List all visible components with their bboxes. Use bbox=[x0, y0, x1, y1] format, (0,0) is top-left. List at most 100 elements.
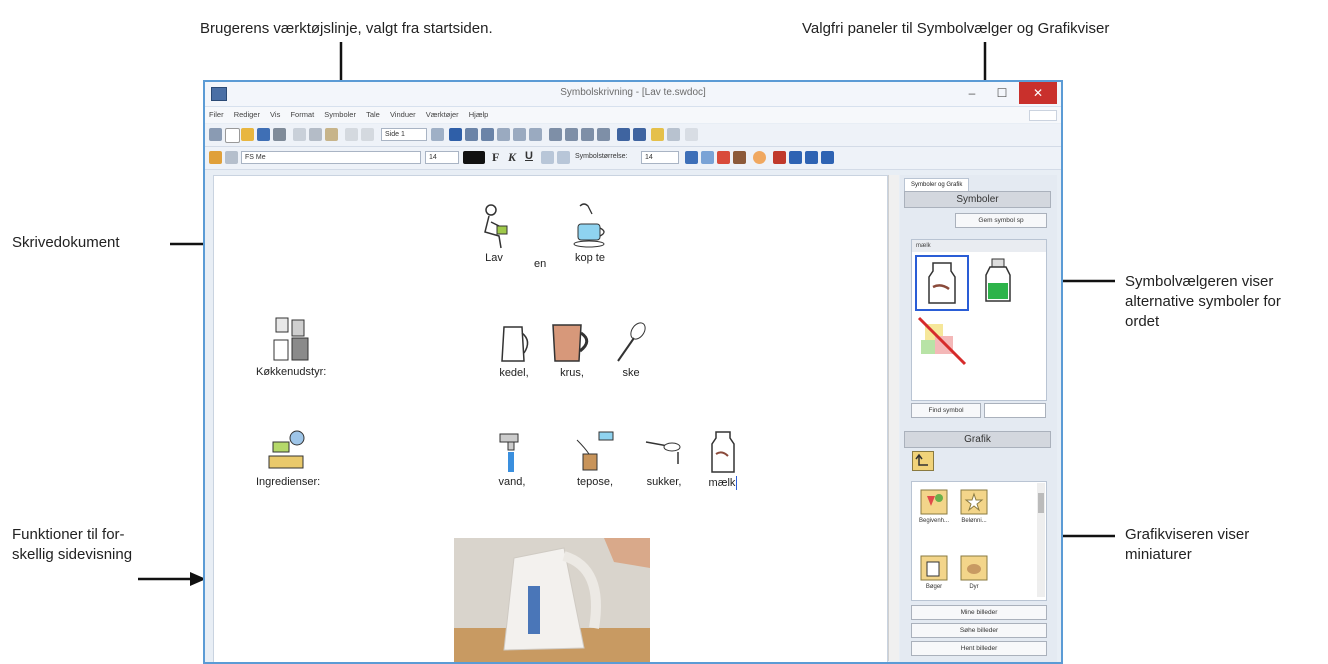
milk-bottle-option-icon bbox=[985, 258, 1011, 302]
writing-document[interactable]: Lav en kop te Køkkenudstyr: kedel, krus,… bbox=[213, 175, 888, 662]
ingredients-label: Ingredienser: bbox=[256, 476, 321, 488]
thumb-books-label: Bøger bbox=[925, 584, 943, 590]
symbol-word-lav[interactable]: Lav bbox=[477, 202, 511, 264]
symbol-kedel[interactable]: kedel, bbox=[494, 321, 534, 379]
cut-icon[interactable] bbox=[293, 128, 306, 141]
print-icon[interactable] bbox=[273, 128, 286, 141]
special-char-icon[interactable] bbox=[773, 151, 786, 164]
align-bottom-icon[interactable] bbox=[529, 128, 542, 141]
new-document-icon[interactable] bbox=[225, 128, 240, 143]
find-symbol-button[interactable]: Find symbol bbox=[911, 403, 981, 418]
tab-symbols-graphics[interactable]: Symboler og Grafik bbox=[904, 178, 970, 191]
copy-icon[interactable] bbox=[309, 128, 322, 141]
align-top-icon[interactable] bbox=[513, 128, 526, 141]
symbol-option-bottle[interactable] bbox=[974, 255, 1024, 307]
symbol-set-icon[interactable] bbox=[733, 151, 746, 164]
align-center-icon[interactable] bbox=[465, 128, 478, 141]
paragraph-spacing-icon[interactable] bbox=[633, 128, 646, 141]
symbol-maelk[interactable]: mælk bbox=[708, 430, 738, 490]
thumb-animals[interactable]: Dyr bbox=[956, 552, 992, 590]
outdent-icon[interactable] bbox=[581, 128, 594, 141]
menu-symbols[interactable]: Symboler bbox=[320, 107, 360, 119]
arrow-right-tool-icon[interactable] bbox=[821, 151, 834, 164]
menu-help[interactable]: Hjælp bbox=[465, 107, 493, 119]
font-size-select[interactable]: 14 bbox=[425, 151, 459, 164]
symbol-option-carton[interactable] bbox=[915, 255, 969, 311]
pencil-icon[interactable] bbox=[209, 151, 222, 164]
redo-icon[interactable] bbox=[361, 128, 374, 141]
get-images-button[interactable]: Hent billeder bbox=[911, 641, 1047, 656]
symbol-spacing-icon[interactable] bbox=[805, 151, 818, 164]
search-images-button[interactable]: Søhe billeder bbox=[911, 623, 1047, 638]
page-layout-icon[interactable] bbox=[209, 128, 222, 141]
graphics-callout: Grafikviseren viser miniaturer bbox=[1125, 525, 1249, 565]
minimize-button[interactable]: – bbox=[957, 82, 987, 104]
speaker-icon[interactable] bbox=[651, 128, 664, 141]
maximize-button[interactable]: ☐ bbox=[987, 82, 1017, 104]
save-icon[interactable] bbox=[257, 128, 270, 141]
symbol-vand[interactable]: vand, bbox=[494, 430, 530, 488]
thumb-rewards[interactable]: Belønni... bbox=[956, 486, 992, 524]
symbols-toggle-icon[interactable] bbox=[685, 151, 698, 164]
menu-format[interactable]: Format bbox=[286, 107, 318, 119]
rewards-folder-icon bbox=[960, 489, 988, 515]
symbol-chooser-word: mælk bbox=[912, 240, 1046, 252]
word-en-text: en bbox=[534, 258, 547, 270]
text-color-swatch[interactable] bbox=[463, 151, 485, 164]
graphics-viewer: Begivenh... Belønni... Bøger Dyr bbox=[911, 481, 1047, 601]
thumb-events[interactable]: Begivenh... bbox=[916, 486, 952, 524]
paste-icon[interactable] bbox=[325, 128, 338, 141]
symbol-krus[interactable]: krus, bbox=[549, 321, 595, 379]
save-symbol-button[interactable]: Gem symbol sp bbox=[955, 213, 1047, 228]
align-left-icon[interactable] bbox=[449, 128, 462, 141]
italic-button[interactable]: K bbox=[508, 150, 516, 165]
indent-icon[interactable] bbox=[565, 128, 578, 141]
menu-file[interactable]: Filer bbox=[205, 107, 228, 119]
my-images-button[interactable]: Mine billeder bbox=[911, 605, 1047, 620]
menu-windows[interactable]: Vinduer bbox=[386, 107, 420, 119]
justify-icon[interactable] bbox=[497, 128, 510, 141]
subscript-icon[interactable] bbox=[557, 151, 570, 164]
line-spacing-icon[interactable] bbox=[617, 128, 630, 141]
skin-tone-icon[interactable] bbox=[753, 151, 766, 164]
symbol-tepose[interactable]: tepose, bbox=[571, 430, 619, 488]
arrow-left-tool-icon[interactable] bbox=[789, 151, 802, 164]
symbol-ske[interactable]: ske bbox=[614, 321, 648, 379]
bullets-icon[interactable] bbox=[549, 128, 562, 141]
bold-button[interactable]: F bbox=[492, 150, 499, 165]
symbol-size-select[interactable]: 14 bbox=[641, 151, 679, 164]
open-folder-icon[interactable] bbox=[241, 128, 254, 141]
align-right-icon[interactable] bbox=[481, 128, 494, 141]
table-icon[interactable] bbox=[597, 128, 610, 141]
symbol-chooser-icon[interactable] bbox=[701, 151, 714, 164]
symbol-kitchen-label[interactable]: Køkkenudstyr: bbox=[256, 316, 326, 378]
graphics-up-button[interactable] bbox=[912, 451, 934, 471]
symbol-option-none[interactable] bbox=[915, 314, 969, 368]
menu-speech[interactable]: Tale bbox=[362, 107, 384, 119]
document-scrollbar[interactable] bbox=[888, 175, 899, 661]
menu-view[interactable]: Vis bbox=[266, 107, 284, 119]
symbol-ingredients-label[interactable]: Ingredienser: bbox=[256, 428, 320, 488]
graphics-icon[interactable] bbox=[717, 151, 730, 164]
close-button[interactable]: ✕ bbox=[1019, 82, 1057, 104]
undo-icon[interactable] bbox=[345, 128, 358, 141]
page-select[interactable]: Side 1 bbox=[381, 128, 427, 141]
mdi-controls[interactable] bbox=[1029, 110, 1057, 121]
graphics-scroll-thumb[interactable] bbox=[1038, 493, 1044, 513]
graphics-scrollbar[interactable] bbox=[1037, 483, 1045, 597]
document-callout: Skrivedokument bbox=[12, 234, 120, 251]
spellcheck-icon[interactable] bbox=[667, 128, 680, 141]
page-spinner-icon[interactable] bbox=[431, 128, 444, 141]
menu-edit[interactable]: Rediger bbox=[230, 107, 264, 119]
symbol-sukker[interactable]: sukker, bbox=[644, 430, 684, 488]
font-name-select[interactable]: FS Me bbox=[241, 151, 421, 164]
symbol-word-kop-te[interactable]: kop te bbox=[570, 202, 610, 264]
menu-tools[interactable]: Værktøjer bbox=[422, 107, 463, 119]
superscript-icon[interactable] bbox=[541, 151, 554, 164]
underline-button[interactable]: U bbox=[525, 150, 533, 162]
thumb-books[interactable]: Bøger bbox=[916, 552, 952, 590]
find-symbol-input[interactable] bbox=[984, 403, 1046, 418]
eraser-icon[interactable] bbox=[225, 151, 238, 164]
tools-icon[interactable] bbox=[685, 128, 698, 141]
word-en[interactable]: en bbox=[534, 258, 546, 270]
